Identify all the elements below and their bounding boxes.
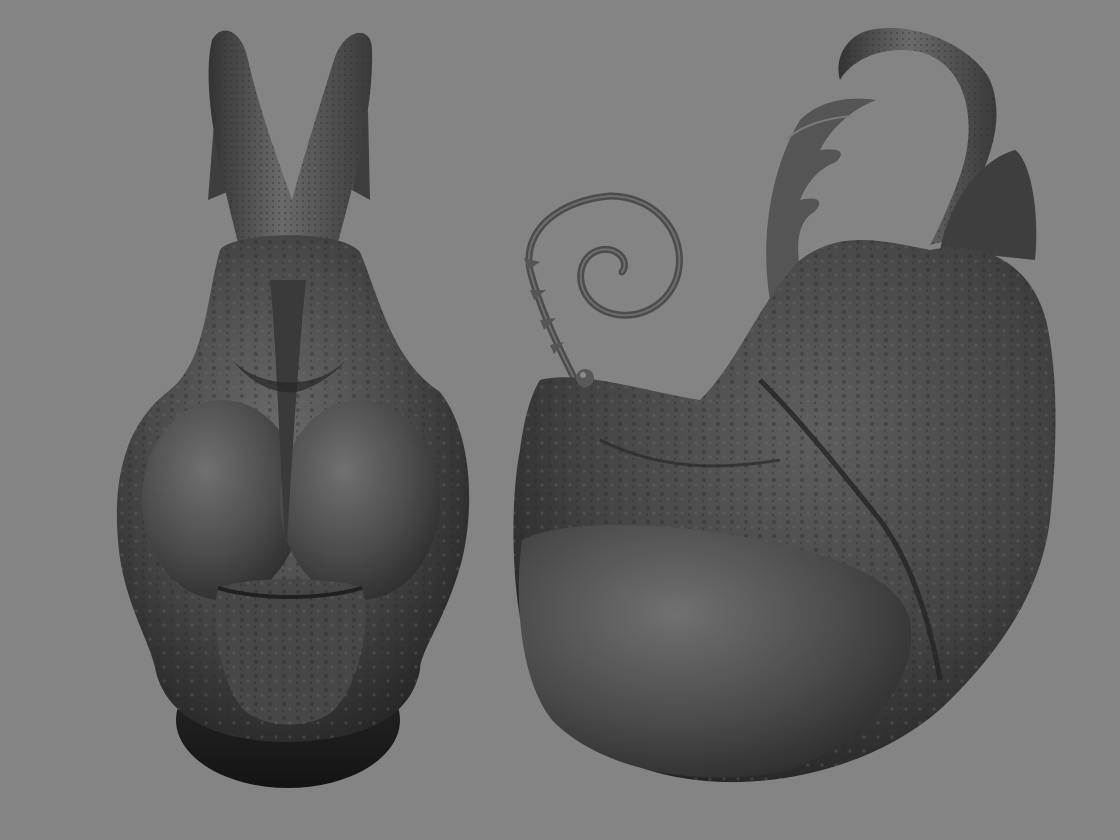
sculpt-render <box>116 28 1056 788</box>
front-right-cheek <box>280 400 440 600</box>
front-view-head <box>116 30 470 788</box>
sculpt-viewport <box>0 0 1120 840</box>
front-left-cheek <box>142 400 302 600</box>
side-spiral-antenna <box>525 192 683 384</box>
side-eye-nub <box>576 369 594 387</box>
side-view-head <box>513 28 1056 783</box>
